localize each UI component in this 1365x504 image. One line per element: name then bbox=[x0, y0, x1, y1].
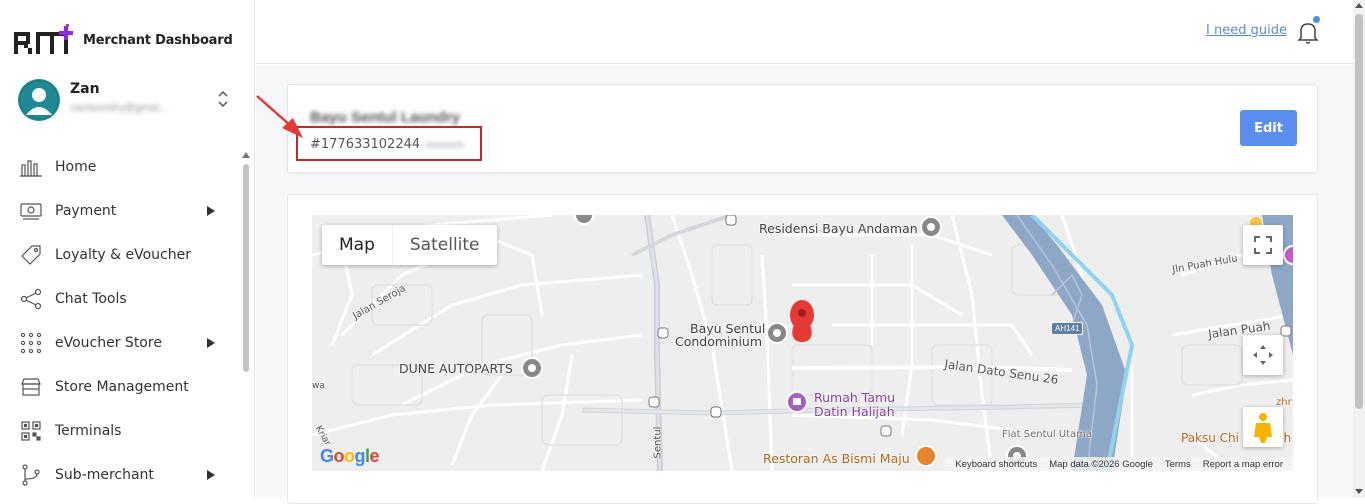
map-label-restoran: Restoran As Bismi Maju bbox=[763, 451, 910, 466]
share-icon bbox=[18, 286, 44, 312]
sidebar-item-label: Loyalty & eVoucher bbox=[55, 247, 191, 263]
street-view-button[interactable] bbox=[1243, 407, 1283, 447]
scroll-up-icon[interactable] bbox=[1355, 3, 1363, 8]
map-type-map[interactable]: Map bbox=[322, 225, 392, 265]
store-id-highlight: #177633102244 xxxxxxx bbox=[296, 126, 482, 161]
store-name: Bayu Sentul Laundry bbox=[310, 109, 461, 126]
road-badge-ah141: AH141 bbox=[1051, 322, 1084, 335]
page-scrollbar[interactable] bbox=[1353, 0, 1365, 498]
map-label-flat: Flat Sentul Utama bbox=[1002, 429, 1093, 440]
sidebar-item-home[interactable]: Home bbox=[0, 145, 240, 189]
sidebar-item-label: Payment bbox=[55, 203, 117, 219]
sidebar-item-store-management[interactable]: Store Management bbox=[0, 365, 240, 409]
sidebar-item-sub-merchant[interactable]: Sub-merchant bbox=[0, 453, 240, 497]
scroll-up-icon[interactable] bbox=[242, 152, 250, 158]
sidebar-item-loyalty[interactable]: Loyalty & eVoucher bbox=[0, 233, 240, 277]
edit-button[interactable]: Edit bbox=[1240, 110, 1297, 146]
profile-switcher[interactable]: Zan zanlaundry@gmai... bbox=[18, 78, 240, 122]
sidebar: Merchant Dashboard Zan zanlaundry@gmai..… bbox=[0, 0, 255, 498]
map-label-paksu: Paksu Chi bbox=[1181, 431, 1239, 445]
sidebar-item-label: Chat Tools bbox=[55, 291, 127, 307]
caret-right-icon bbox=[207, 338, 215, 348]
user-avatar-icon bbox=[19, 80, 59, 120]
map-data-attribution: Map data ©2026 Google bbox=[1049, 458, 1153, 470]
caret-right-icon bbox=[207, 470, 215, 480]
top-bar: I need guide bbox=[256, 0, 1353, 64]
brand-name: Merchant Dashboard bbox=[83, 32, 233, 48]
tag-icon bbox=[18, 242, 44, 268]
move-arrows-icon bbox=[1253, 345, 1273, 365]
store-icon bbox=[18, 374, 44, 400]
chart-bars-icon bbox=[18, 154, 44, 180]
guide-link[interactable]: I need guide bbox=[1206, 23, 1287, 38]
sidebar-item-chat-tools[interactable]: Chat Tools bbox=[0, 277, 240, 321]
brand-logo-icon bbox=[14, 24, 73, 54]
sidebar-scrollbar-thumb[interactable] bbox=[243, 164, 249, 372]
qr-icon bbox=[18, 418, 44, 444]
sidebar-item-label: Home bbox=[55, 159, 97, 175]
camera-control-button[interactable] bbox=[1243, 335, 1283, 375]
sidebar-item-evoucher-store[interactable]: eVoucher Store bbox=[0, 321, 240, 365]
sidebar-nav: Home Payment Loyalty & eVoucher Chat Too… bbox=[0, 145, 240, 497]
store-id-suffix: xxxxxxx bbox=[426, 139, 465, 151]
terms-link[interactable]: Terms bbox=[1165, 459, 1191, 470]
map-label-bayu-condo-2: Condominium bbox=[675, 334, 763, 349]
keyboard-shortcuts-link[interactable]: Keyboard shortcuts bbox=[955, 459, 1037, 470]
notification-dot bbox=[1313, 16, 1320, 23]
fullscreen-button[interactable] bbox=[1243, 225, 1283, 265]
map[interactable]: Residensi Bayu Andaman Jalan Seroja Bayu… bbox=[312, 215, 1293, 471]
sidebar-item-label: Sub-merchant bbox=[55, 467, 154, 483]
map-label-wa: wa bbox=[312, 381, 325, 391]
map-label-dune: DUNE AUTOPARTS bbox=[399, 361, 513, 376]
brand[interactable]: Merchant Dashboard bbox=[14, 24, 233, 56]
map-card: Residensi Bayu Andaman Jalan Seroja Bayu… bbox=[287, 194, 1318, 504]
notification-button[interactable] bbox=[1296, 16, 1320, 46]
map-label-sentul: Sentul bbox=[652, 426, 664, 459]
map-label-rumah-1: Rumah Tamu bbox=[814, 390, 896, 405]
payment-icon bbox=[18, 198, 44, 224]
report-map-error-link[interactable]: Report a map error bbox=[1203, 459, 1283, 470]
pegman-icon bbox=[1254, 413, 1272, 443]
map-type-satellite[interactable]: Satellite bbox=[391, 225, 497, 265]
sidebar-scrollbar[interactable] bbox=[241, 148, 251, 498]
user-name: Zan bbox=[70, 81, 100, 97]
scroll-down-icon[interactable] bbox=[1355, 489, 1363, 494]
map-type-control: Map Satellite bbox=[322, 225, 497, 265]
fullscreen-icon bbox=[1254, 236, 1272, 254]
branch-icon bbox=[18, 462, 44, 488]
map-footer: Keyboard shortcuts Map data ©2026 Google… bbox=[945, 457, 1293, 471]
sidebar-item-label: eVoucher Store bbox=[55, 335, 162, 351]
store-id: #177633102244 bbox=[310, 137, 421, 152]
sidebar-item-label: Terminals bbox=[55, 423, 122, 439]
annotation-arrow-icon bbox=[256, 95, 303, 138]
sidebar-item-payment[interactable]: Payment bbox=[0, 189, 240, 233]
user-email: zanlaundry@gmai... bbox=[70, 102, 168, 114]
sidebar-item-label: Store Management bbox=[55, 379, 189, 395]
map-label-residensi: Residensi Bayu Andaman bbox=[759, 221, 918, 236]
map-label-rumah-2: Datin Halijah bbox=[814, 404, 895, 419]
google-logo: Google bbox=[320, 446, 380, 466]
grid-dots-icon bbox=[18, 330, 44, 356]
chevron-up-down-icon[interactable] bbox=[216, 88, 230, 110]
avatar bbox=[18, 79, 60, 121]
store-card: Bayu Sentul Laundry #177633102244 xxxxxx… bbox=[287, 84, 1318, 173]
sidebar-item-terminals[interactable]: Terminals bbox=[0, 409, 240, 453]
caret-right-icon bbox=[207, 206, 215, 216]
page-scrollbar-thumb[interactable] bbox=[1355, 14, 1363, 409]
